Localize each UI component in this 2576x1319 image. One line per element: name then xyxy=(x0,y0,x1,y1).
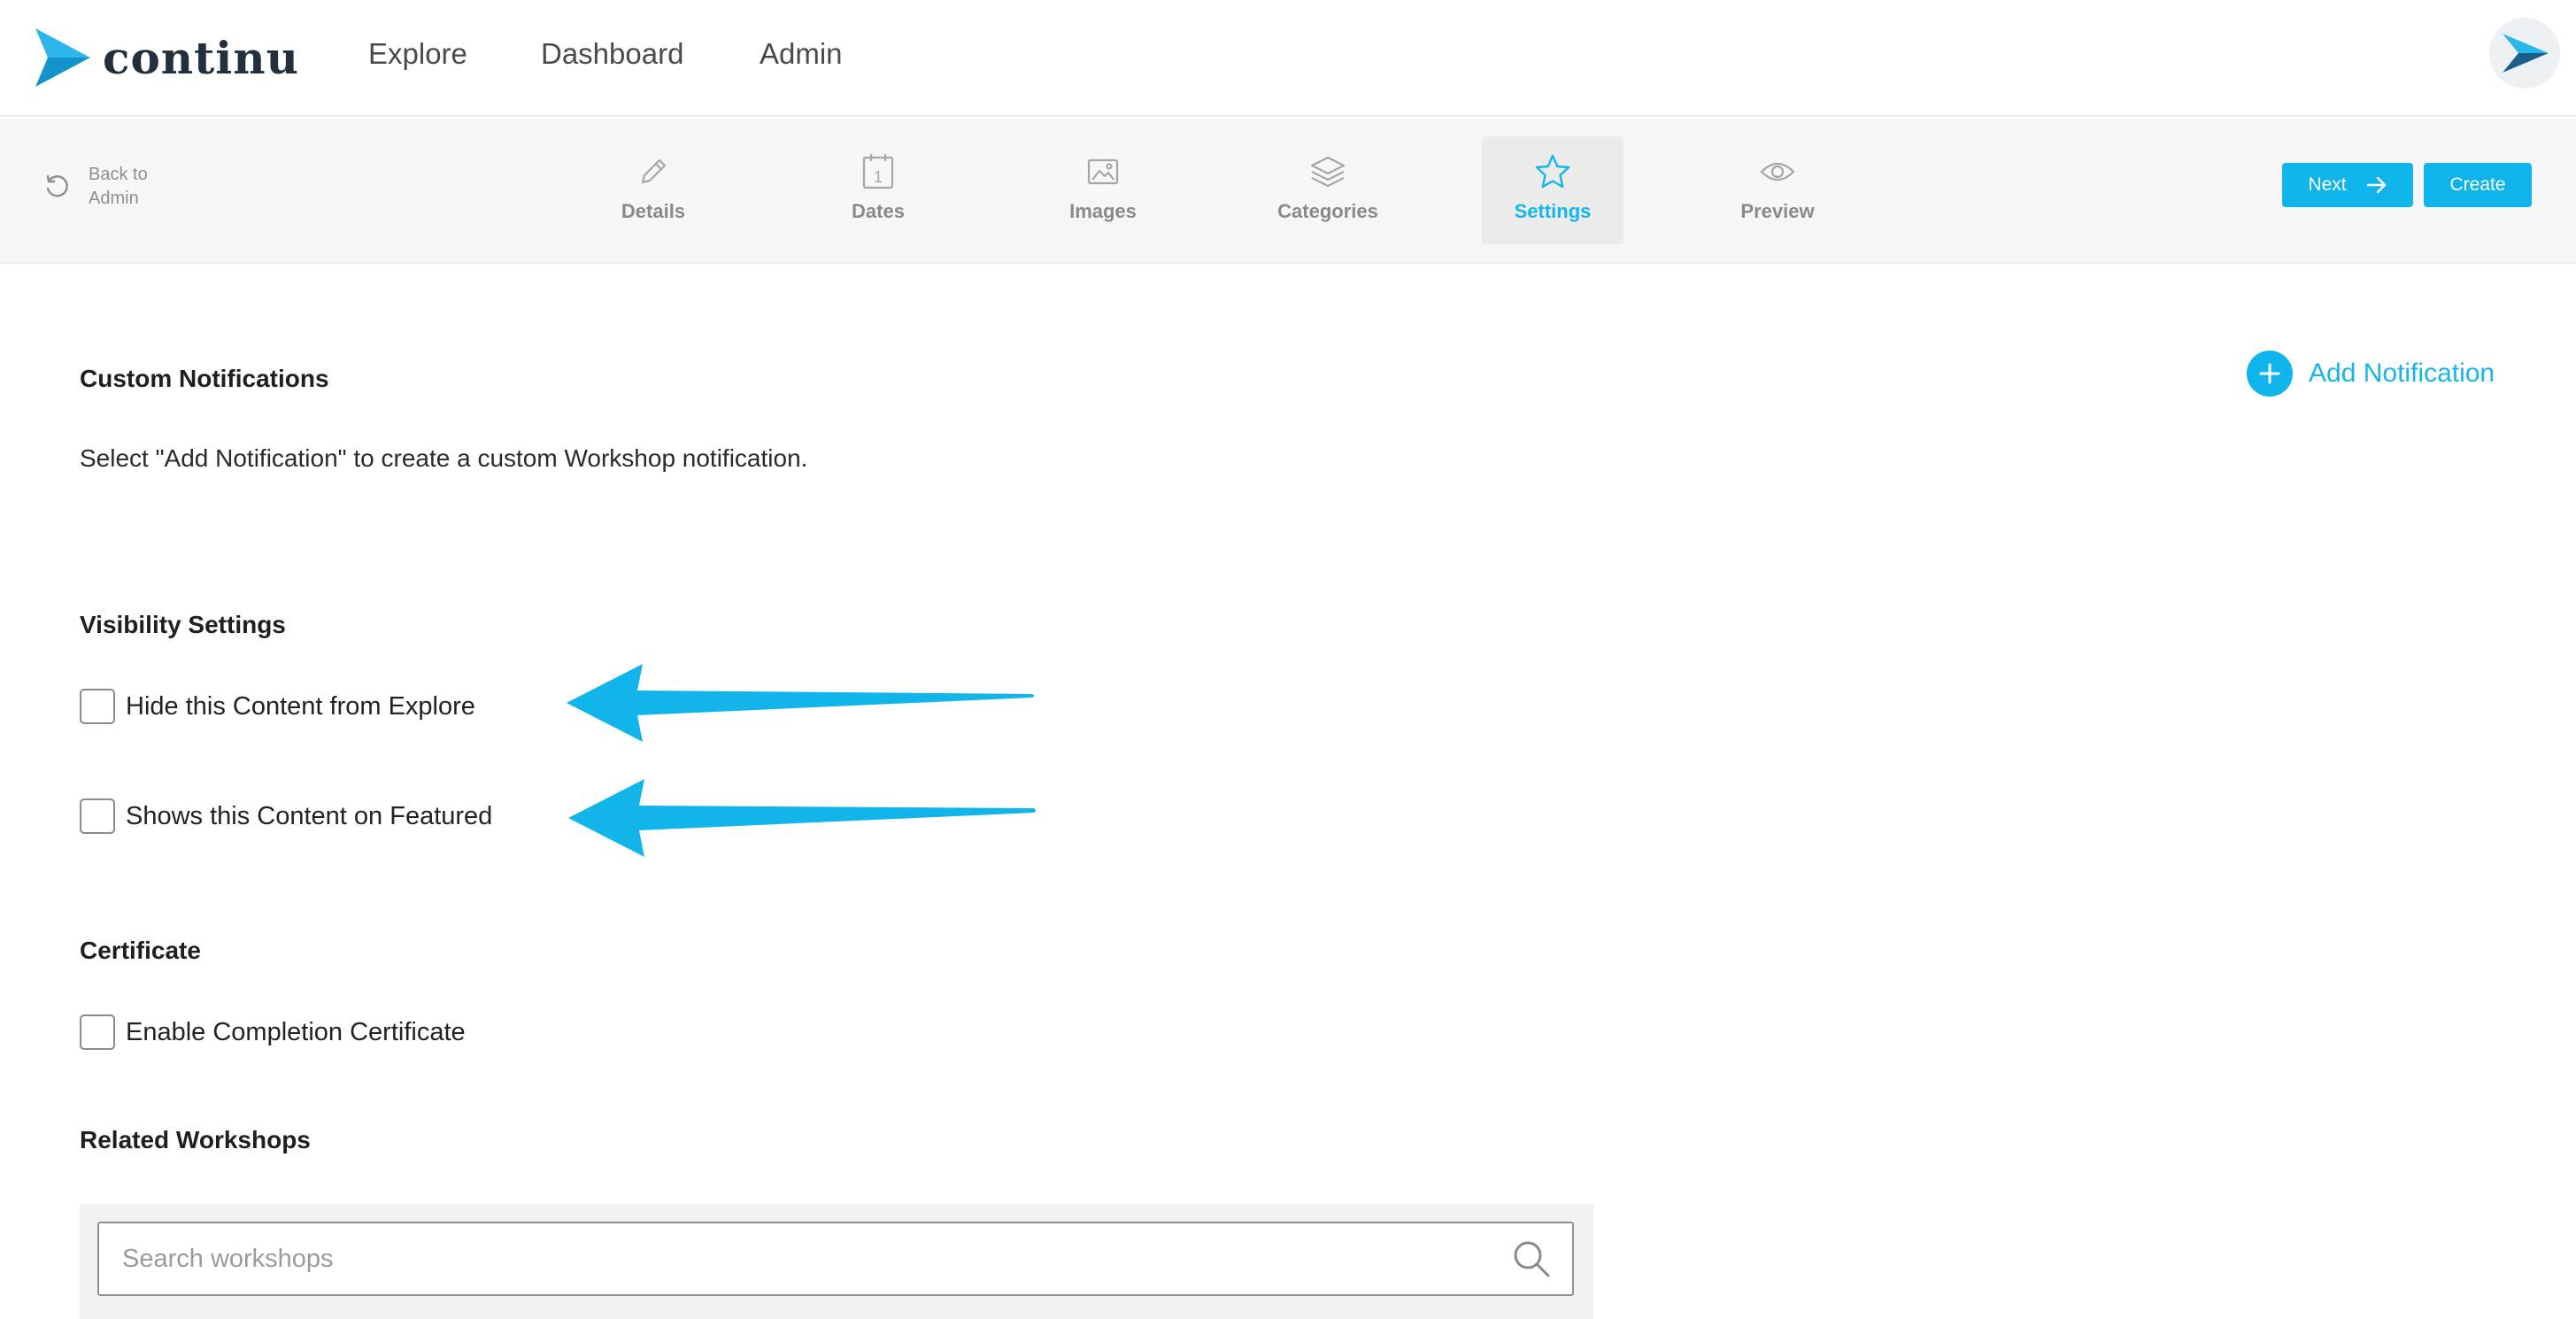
logo[interactable]: continu xyxy=(35,27,299,89)
nav-dashboard[interactable]: Dashboard xyxy=(541,37,683,71)
next-button[interactable]: Next xyxy=(2282,163,2413,207)
tab-label: Dates xyxy=(852,200,905,222)
show-on-featured-checkbox[interactable] xyxy=(80,798,115,834)
nav-explore[interactable]: Explore xyxy=(368,37,467,71)
avatar-logo-icon xyxy=(2503,34,2549,73)
tab-details[interactable]: Details xyxy=(582,136,724,244)
hide-from-explore-option[interactable]: Hide this Content from Explore xyxy=(80,689,475,724)
tab-label: Images xyxy=(1069,200,1137,222)
plus-icon xyxy=(2247,351,2293,397)
annotation-arrow-icon xyxy=(567,664,1034,742)
tab-label: Preview xyxy=(1740,200,1815,222)
arrow-right-icon xyxy=(2366,176,2386,194)
next-label: Next xyxy=(2308,174,2347,195)
show-on-featured-label: Shows this Content on Featured xyxy=(126,801,493,830)
notifications-description: Select "Add Notification" to create a cu… xyxy=(80,444,808,472)
pencil-icon xyxy=(641,158,667,184)
hide-from-explore-checkbox[interactable] xyxy=(80,689,115,724)
completion-certificate-option[interactable]: Enable Completion Certificate xyxy=(80,1014,466,1050)
search-icon[interactable] xyxy=(1512,1239,1551,1278)
annotation-arrow-icon xyxy=(568,779,1036,857)
tab-label: Details xyxy=(621,200,686,222)
back-label: Back to Admin xyxy=(89,165,148,208)
create-button[interactable]: Create xyxy=(2424,163,2532,207)
svg-text:1: 1 xyxy=(874,168,883,186)
nav-admin[interactable]: Admin xyxy=(760,37,843,71)
tab-preview[interactable]: Preview xyxy=(1707,136,1848,244)
back-to-admin-link[interactable]: Back to Admin xyxy=(42,163,168,211)
editor-toolbar: Back to Admin Details 1 Dates Images Cat… xyxy=(0,119,2576,264)
show-on-featured-option[interactable]: Shows this Content on Featured xyxy=(80,798,492,834)
completion-certificate-label: Enable Completion Certificate xyxy=(126,1017,466,1046)
custom-notifications-title: Custom Notifications xyxy=(80,365,329,392)
tab-categories[interactable]: Categories xyxy=(1257,136,1399,244)
tab-label: Settings xyxy=(1514,200,1592,222)
tab-images[interactable]: Images xyxy=(1032,136,1174,244)
image-icon xyxy=(1087,158,1119,185)
calendar-icon: 1 xyxy=(862,154,894,189)
add-notification-button[interactable]: Add Notification xyxy=(2247,351,2495,397)
add-notification-label: Add Notification xyxy=(2309,359,2495,388)
hide-from-explore-label: Hide this Content from Explore xyxy=(126,691,475,721)
logo-chevron-icon xyxy=(35,28,90,87)
tab-dates[interactable]: 1 Dates xyxy=(807,136,949,244)
visibility-settings-title: Visibility Settings xyxy=(80,611,286,638)
undo-icon xyxy=(46,174,68,197)
avatar[interactable] xyxy=(2489,18,2560,89)
tab-settings[interactable]: Settings xyxy=(1482,136,1623,244)
logo-text: continu xyxy=(103,31,299,84)
completion-certificate-checkbox[interactable] xyxy=(80,1014,115,1050)
top-navigation: continu Explore Dashboard Admin xyxy=(0,0,2576,117)
eye-icon xyxy=(1760,162,1795,181)
tab-label: Categories xyxy=(1277,200,1378,222)
related-workshops-search-panel xyxy=(80,1204,1593,1319)
layers-icon xyxy=(1310,156,1346,188)
related-workshops-title: Related Workshops xyxy=(80,1126,311,1153)
search-box xyxy=(97,1222,1574,1296)
certificate-title: Certificate xyxy=(80,937,201,964)
search-workshops-input[interactable] xyxy=(99,1223,1512,1294)
star-icon xyxy=(1535,154,1570,189)
